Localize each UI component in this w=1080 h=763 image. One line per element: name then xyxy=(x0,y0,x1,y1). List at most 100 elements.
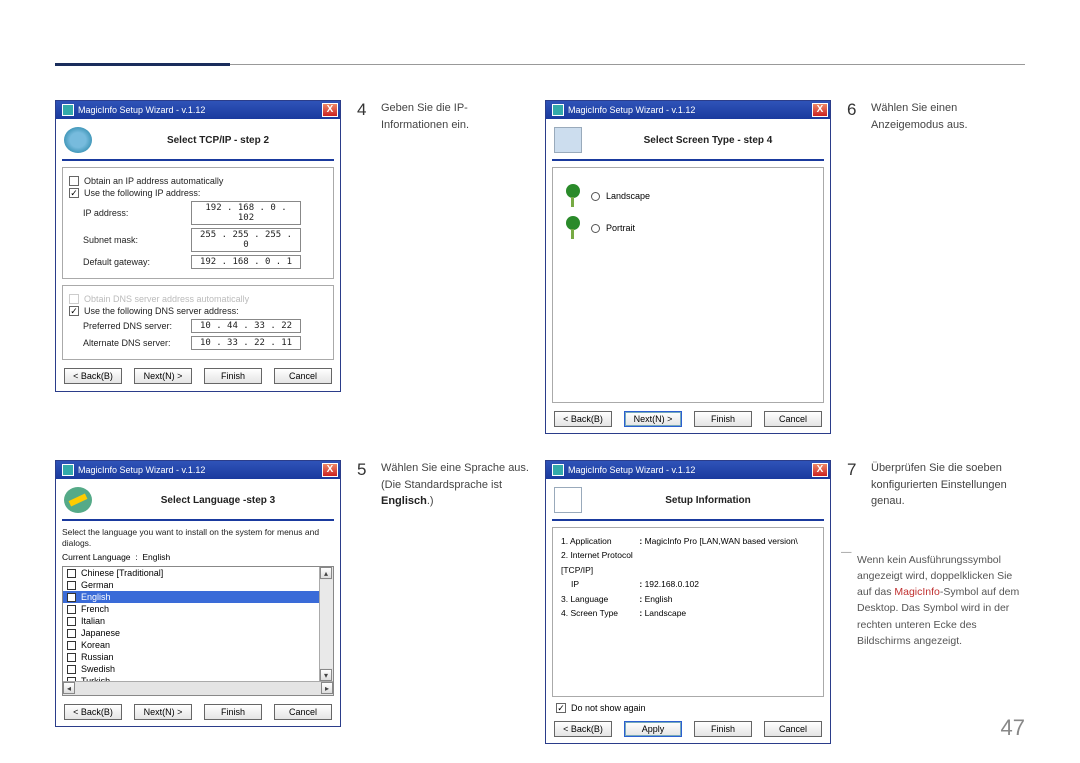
info-row: 2. Internet Protocol [TCP/IP] xyxy=(561,548,815,577)
window-title: MagicInfo Setup Wizard - v.1.12 xyxy=(568,465,812,475)
header-accent xyxy=(55,63,230,66)
back-button[interactable]: < Back(B) xyxy=(554,721,612,737)
step-header: Select Language -step 3 xyxy=(102,495,334,506)
step-header: Setup Information xyxy=(592,495,824,506)
info-row: 3. Language : English xyxy=(561,592,815,606)
info-row: 1. Application : MagicInfo Pro [LAN,WAN … xyxy=(561,534,815,548)
finish-button[interactable]: Finish xyxy=(204,368,262,384)
dns-group: Obtain DNS server address automatically … xyxy=(62,285,334,360)
language-option[interactable]: Chinese [Traditional] xyxy=(63,567,319,579)
ip-group: Obtain an IP address automatically ✓Use … xyxy=(62,167,334,279)
language-option[interactable]: Italian xyxy=(63,615,319,627)
globe-icon xyxy=(64,127,92,153)
portrait-option[interactable]: Portrait xyxy=(563,216,813,240)
apply-button[interactable]: Apply xyxy=(624,721,682,737)
language-label: Japanese xyxy=(81,628,120,638)
close-icon[interactable]: X xyxy=(812,103,828,117)
footnote: Wenn kein Ausführungssymbol angezeigt wi… xyxy=(847,552,1025,650)
titlebar: MagicInfo Setup Wizard - v.1.12 X xyxy=(56,461,340,479)
language-option[interactable]: English xyxy=(63,591,319,603)
language-option[interactable]: Swedish xyxy=(63,663,319,675)
checkbox-icon xyxy=(67,629,76,638)
alternate-dns-field[interactable]: 10 . 33 . 22 . 11 xyxy=(191,336,301,350)
do-not-show-checkbox[interactable]: ✓Do not show again xyxy=(556,703,824,713)
radio-icon xyxy=(591,224,600,233)
scroll-up-icon[interactable]: ▴ xyxy=(320,567,332,579)
checkbox-icon xyxy=(67,617,76,626)
finish-button[interactable]: Finish xyxy=(694,411,752,427)
window-title: MagicInfo Setup Wizard - v.1.12 xyxy=(78,105,322,115)
language-label: Korean xyxy=(81,640,110,650)
ip-address-label: IP address: xyxy=(83,208,191,218)
titlebar: MagicInfo Setup Wizard - v.1.12 X xyxy=(546,101,830,119)
next-button[interactable]: Next(N) > xyxy=(134,704,192,720)
landscape-option[interactable]: Landscape xyxy=(563,184,813,208)
language-label: French xyxy=(81,604,109,614)
wizard-step7: MagicInfo Setup Wizard - v.1.12 X Setup … xyxy=(545,460,831,744)
window-title: MagicInfo Setup Wizard - v.1.12 xyxy=(568,105,812,115)
obtain-dns-auto-checkbox: Obtain DNS server address automatically xyxy=(69,294,327,304)
cancel-button[interactable]: Cancel xyxy=(274,704,332,720)
use-following-ip-checkbox[interactable]: ✓Use the following IP address: xyxy=(69,188,327,198)
language-icon xyxy=(64,487,92,513)
preferred-dns-label: Preferred DNS server: xyxy=(83,321,191,331)
language-option[interactable]: French xyxy=(63,603,319,615)
use-following-dns-checkbox[interactable]: ✓Use the following DNS server address: xyxy=(69,306,327,316)
back-button[interactable]: < Back(B) xyxy=(64,704,122,720)
checkbox-icon xyxy=(67,665,76,674)
step7-number: 7 xyxy=(847,460,871,480)
language-option[interactable]: German xyxy=(63,579,319,591)
wizard-step4: MagicInfo Setup Wizard - v.1.12 X Select… xyxy=(55,100,341,392)
cancel-button[interactable]: Cancel xyxy=(764,721,822,737)
portrait-label: Portrait xyxy=(606,223,635,233)
gateway-field[interactable]: 192 . 168 . 0 . 1 xyxy=(191,255,301,269)
obtain-ip-auto-checkbox[interactable]: Obtain an IP address automatically xyxy=(69,176,327,186)
checkbox-icon xyxy=(67,569,76,578)
language-option[interactable]: Japanese xyxy=(63,627,319,639)
subnet-field[interactable]: 255 . 255 . 255 . 0 xyxy=(191,228,301,252)
app-icon xyxy=(62,464,74,476)
scrollbar-vertical[interactable]: ▴ ▾ xyxy=(319,567,333,681)
monitor-icon xyxy=(554,127,582,153)
language-label: Italian xyxy=(81,616,105,626)
language-option[interactable]: Korean xyxy=(63,639,319,651)
cancel-button[interactable]: Cancel xyxy=(274,368,332,384)
language-option[interactable]: Russian xyxy=(63,651,319,663)
content-grid: MagicInfo Setup Wizard - v.1.12 X Select… xyxy=(55,100,1035,744)
language-label: Chinese [Traditional] xyxy=(81,568,163,578)
preferred-dns-field[interactable]: 10 . 44 . 33 . 22 xyxy=(191,319,301,333)
checkbox-icon xyxy=(67,605,76,614)
step-header: Select Screen Type - step 4 xyxy=(592,135,824,146)
close-icon[interactable]: X xyxy=(812,463,828,477)
current-language-row: Current Language : English xyxy=(62,552,334,562)
language-listbox[interactable]: Chinese [Traditional]GermanEnglishFrench… xyxy=(62,566,334,696)
finish-button[interactable]: Finish xyxy=(204,704,262,720)
next-button[interactable]: Next(N) > xyxy=(134,368,192,384)
back-button[interactable]: < Back(B) xyxy=(64,368,122,384)
tree-icon xyxy=(563,216,583,240)
scroll-down-icon[interactable]: ▾ xyxy=(320,669,332,681)
step7-text: Überprüfen Sie die soeben konfigurierten… xyxy=(871,460,1025,510)
step4-text: Geben Sie die IP-Informationen ein. xyxy=(381,100,535,133)
radio-icon xyxy=(591,192,600,201)
step6-text: Wählen Sie einen Anzeigemodus aus. xyxy=(871,100,1025,133)
tree-icon xyxy=(563,184,583,208)
subnet-label: Subnet mask: xyxy=(83,235,191,245)
info-icon xyxy=(554,487,582,513)
checkbox-icon xyxy=(67,641,76,650)
next-button[interactable]: Next(N) > xyxy=(624,411,682,427)
close-icon[interactable]: X xyxy=(322,103,338,117)
back-button[interactable]: < Back(B) xyxy=(554,411,612,427)
scroll-right-icon[interactable]: ▸ xyxy=(321,682,333,694)
finish-button[interactable]: Finish xyxy=(694,721,752,737)
scroll-left-icon[interactable]: ◂ xyxy=(63,682,75,694)
app-icon xyxy=(62,104,74,116)
scrollbar-horizontal[interactable]: ◂ ▸ xyxy=(63,681,333,695)
step4-number: 4 xyxy=(357,100,381,120)
checkbox-icon xyxy=(67,653,76,662)
cancel-button[interactable]: Cancel xyxy=(764,411,822,427)
titlebar: MagicInfo Setup Wizard - v.1.12 X xyxy=(56,101,340,119)
close-icon[interactable]: X xyxy=(322,463,338,477)
ip-address-field[interactable]: 192 . 168 . 0 . 102 xyxy=(191,201,301,225)
checkbox-icon xyxy=(67,593,76,602)
